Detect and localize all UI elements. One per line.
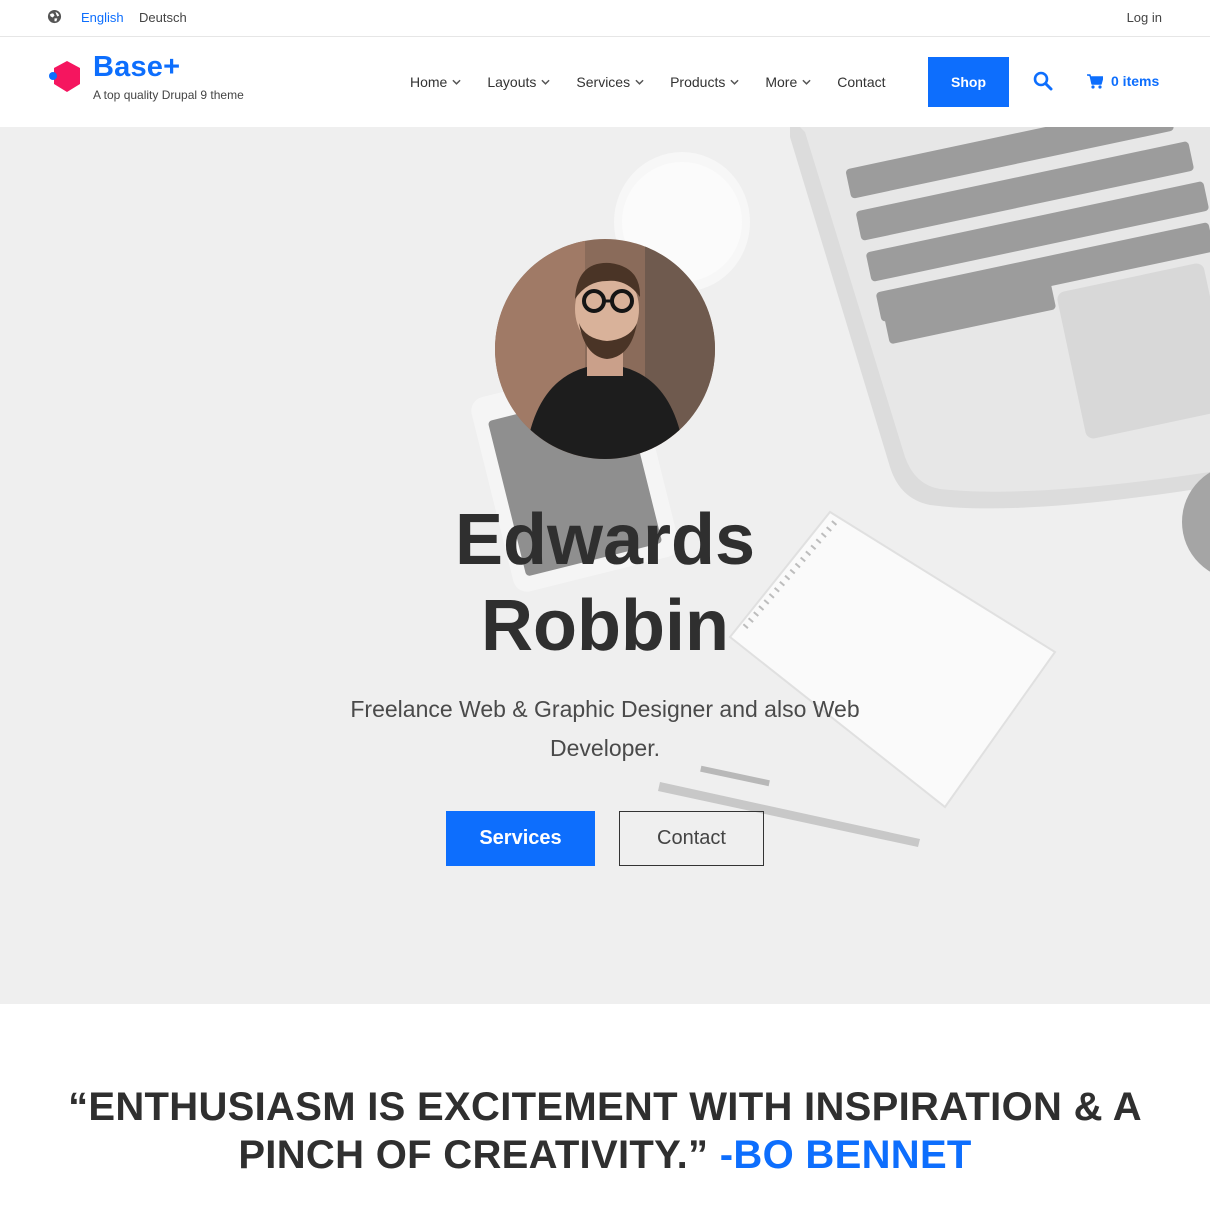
top-bar: English Deutsch Log in bbox=[0, 0, 1210, 37]
quote-block: “ENTHUSIASM IS EXCITEMENT WITH INSPIRATI… bbox=[60, 1083, 1150, 1179]
nav-item-label: Home bbox=[410, 74, 448, 90]
nav-item-label: More bbox=[765, 74, 798, 90]
hero-title: Edwards Robbin bbox=[305, 497, 905, 669]
nav-item-home[interactable]: Home bbox=[410, 74, 461, 90]
shop-button[interactable]: Shop bbox=[928, 57, 1009, 107]
site-header: Base+ A top quality Drupal 9 theme Home … bbox=[0, 37, 1210, 127]
nav-item-label: Services bbox=[576, 74, 631, 90]
hexagon-logo-icon[interactable] bbox=[47, 59, 83, 95]
cart-link[interactable]: 0 items bbox=[1087, 73, 1159, 89]
nav-item-label: Products bbox=[670, 74, 726, 90]
contact-button[interactable]: Contact bbox=[619, 811, 764, 866]
nav-item-label: Contact bbox=[837, 74, 886, 90]
chevron-down-icon bbox=[452, 79, 461, 85]
chevron-down-icon bbox=[635, 79, 644, 85]
language-english-link[interactable]: English bbox=[81, 10, 124, 25]
services-button[interactable]: Services bbox=[446, 811, 595, 866]
login-link[interactable]: Log in bbox=[1127, 10, 1162, 25]
language-deutsch-link[interactable]: Deutsch bbox=[139, 10, 187, 25]
site-slogan: A top quality Drupal 9 theme bbox=[93, 88, 244, 102]
site-name[interactable]: Base+ bbox=[93, 51, 180, 84]
cart-label: 0 items bbox=[1111, 73, 1160, 89]
portrait-image bbox=[495, 239, 715, 459]
cart-icon bbox=[1087, 73, 1103, 89]
search-icon[interactable] bbox=[1033, 71, 1053, 91]
quote-author: -BO BENNET bbox=[719, 1133, 972, 1177]
quote-text: “ENTHUSIASM IS EXCITEMENT WITH INSPIRATI… bbox=[68, 1085, 1142, 1177]
nav-item-more[interactable]: More bbox=[765, 74, 811, 90]
globe-icon bbox=[47, 9, 62, 24]
hero-title-line: Edwards bbox=[454, 500, 756, 580]
nav-item-label: Layouts bbox=[487, 74, 537, 90]
nav-item-contact[interactable]: Contact bbox=[837, 74, 885, 90]
avatar bbox=[495, 239, 715, 459]
chevron-down-icon bbox=[730, 79, 739, 85]
main-nav: Home Layouts Services Products More Cont… bbox=[410, 73, 912, 91]
nav-item-products[interactable]: Products bbox=[670, 74, 739, 90]
nav-item-layouts[interactable]: Layouts bbox=[487, 74, 551, 90]
nav-item-services[interactable]: Services bbox=[576, 74, 644, 90]
hero-title-line: Robbin bbox=[481, 586, 729, 666]
chevron-down-icon bbox=[802, 79, 811, 85]
hero-subtitle: Freelance Web & Graphic Designer and als… bbox=[350, 696, 860, 761]
hero-section: Edwards Robbin Freelance Web & Graphic D… bbox=[0, 127, 1210, 1004]
chevron-down-icon bbox=[541, 79, 551, 85]
